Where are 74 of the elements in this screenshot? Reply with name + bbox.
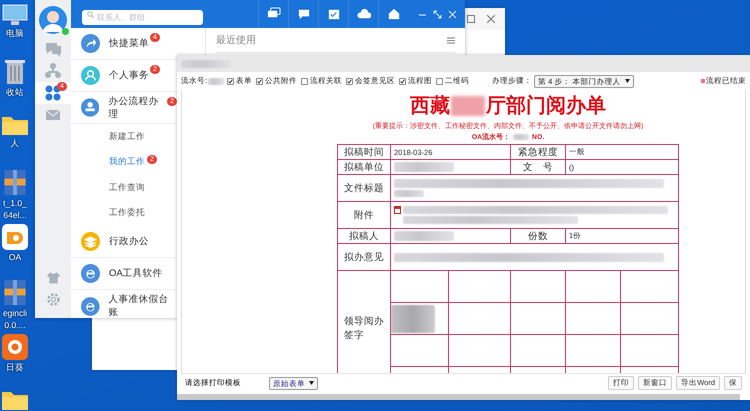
field-label: 紧急程度 <box>510 144 566 160</box>
document-title: 西藏 <box>410 94 450 119</box>
icon-label: 64el... <box>3 210 27 220</box>
caret-icon <box>624 79 630 83</box>
section-title: 最近使用 <box>216 34 256 47</box>
status-marker <box>701 79 705 83</box>
folder-icon[interactable] <box>1 114 29 136</box>
trash-icon[interactable] <box>5 59 25 85</box>
chat-icon <box>44 40 62 58</box>
blurred-text <box>208 78 224 84</box>
person-icon <box>81 66 100 85</box>
app-icon[interactable] <box>2 334 28 360</box>
menu-item[interactable]: OA工具软件 <box>71 258 177 290</box>
browser-icon <box>81 296 100 316</box>
icon-label: 收站 <box>6 87 24 97</box>
org-chart-icon <box>44 62 62 80</box>
checkbox[interactable] <box>301 78 308 84</box>
checkbox[interactable] <box>436 78 444 84</box>
layers-icon <box>81 232 100 251</box>
checkbox[interactable] <box>399 78 406 84</box>
field-label: 附件 <box>338 202 390 228</box>
field-label: 领导阅办签字 <box>344 316 384 340</box>
home-icon[interactable] <box>386 7 400 21</box>
search-icon <box>87 10 94 18</box>
blurred-text <box>394 190 424 197</box>
field-label: 拟稿人 <box>338 228 390 244</box>
share-icon <box>81 34 100 53</box>
field-label: 文 号 <box>510 160 566 174</box>
folder-icon[interactable] <box>1 389 29 411</box>
menu-item[interactable]: 人事准休假台账 <box>71 290 177 322</box>
archive-icon[interactable] <box>3 279 27 306</box>
caret-icon <box>309 381 314 385</box>
submenu-item[interactable]: 工作查询 <box>109 182 145 194</box>
field-label: 份数 <box>510 228 566 244</box>
scrollbar[interactable] <box>177 394 740 400</box>
app-icon[interactable] <box>2 224 28 250</box>
icon-label: 日葵 <box>6 362 24 372</box>
icon-label: t_1.0_ <box>3 198 27 208</box>
list-icon[interactable] <box>447 36 455 44</box>
stamp-icon <box>81 98 100 117</box>
checkbox[interactable] <box>256 78 264 84</box>
icon-label: 0.0.... <box>4 320 26 330</box>
submenu-item[interactable]: 新建工作 <box>109 130 145 143</box>
computer-icon[interactable] <box>2 4 28 26</box>
calendar-icon[interactable] <box>326 7 340 21</box>
field-label: 拟办意见 <box>338 244 390 270</box>
document-title: 厅部门阅办单 <box>486 94 606 119</box>
document-icon[interactable] <box>394 206 401 214</box>
resize-icon[interactable] <box>433 10 442 18</box>
field-label: 拟稿单位 <box>338 160 390 174</box>
browser-icon <box>81 264 100 283</box>
maximize-icon[interactable] <box>467 15 475 23</box>
submenu-item[interactable]: 我的工作 <box>109 156 145 168</box>
close-icon[interactable] <box>487 15 495 23</box>
field-label: 文件标题 <box>338 174 390 202</box>
checkbox[interactable] <box>346 78 354 84</box>
icon-label: egincli <box>2 308 28 318</box>
search-field[interactable]: 联系人、群组 <box>82 10 203 24</box>
blurred-text <box>181 60 231 68</box>
avatar[interactable] <box>39 6 67 34</box>
icon-label: OA <box>8 252 22 262</box>
comment-icon[interactable] <box>296 7 310 21</box>
icon-label: 电脑 <box>6 28 24 38</box>
apps-icon <box>44 84 62 102</box>
blurred-text <box>451 96 485 116</box>
checkbox[interactable] <box>227 78 234 84</box>
icon-label: 人 <box>10 138 20 148</box>
cloud-icon[interactable] <box>356 7 370 21</box>
menu-item[interactable]: 行政办公 <box>71 226 177 258</box>
submenu-item[interactable]: 工作委托 <box>109 207 145 220</box>
archive-icon[interactable] <box>3 169 27 196</box>
blurred-text <box>513 134 530 140</box>
online-status-dot <box>62 28 69 35</box>
field-label: 拟稿时间 <box>338 144 390 160</box>
